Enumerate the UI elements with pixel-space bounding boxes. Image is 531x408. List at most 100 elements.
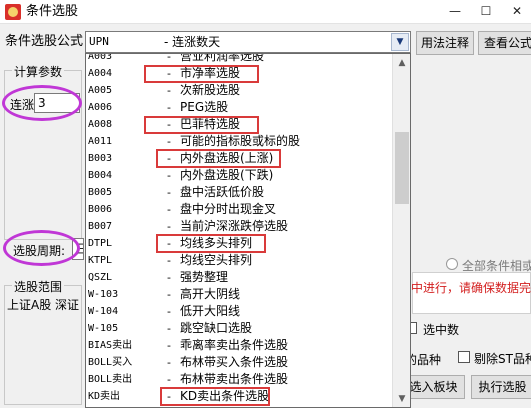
view-formula-button[interactable]: 查看公式	[478, 31, 531, 55]
item-dash: -	[167, 53, 171, 63]
item-code: W-103	[88, 289, 119, 300]
selected-count-label: 选中数	[423, 323, 460, 337]
item-code: A011	[88, 136, 113, 147]
chevron-down-icon[interactable]: ▼	[391, 33, 409, 51]
item-desc: 高开大阴线	[180, 287, 241, 301]
scope-text: 上证A股 深证	[7, 298, 80, 312]
item-desc: 均线空头排列	[180, 253, 253, 267]
item-code: A003	[88, 53, 113, 62]
title-bar: 条件选股 — ☐ ✕	[0, 0, 531, 24]
item-dash: -	[167, 101, 171, 114]
item-code: A005	[88, 85, 113, 96]
scroll-down-icon[interactable]: ▼	[393, 390, 410, 407]
list-item[interactable]: BIAS卖出 - 乖离率卖出条件选股	[86, 337, 392, 354]
item-code: B006	[88, 204, 113, 215]
list-item[interactable]: KTPL - 均线空头排列	[86, 252, 392, 269]
formula-label: 条件选股公式	[5, 34, 84, 49]
item-dash: -	[167, 271, 171, 284]
item-dash: -	[167, 203, 171, 216]
scroll-thumb[interactable]	[395, 132, 409, 204]
import-to-board-button[interactable]: 选入板块	[402, 375, 465, 399]
list-scrollbar[interactable]: ▲ ▼	[392, 54, 410, 407]
app-icon	[5, 4, 21, 20]
item-code: QSZL	[88, 272, 113, 283]
list-item[interactable]: BOLL买入 - 布林带买入条件选股	[86, 354, 392, 371]
formula-dropdown-list[interactable]: A003- 营业利润率选股 A004- 市净率选股 A005- 次新股选股 A006-…	[85, 53, 411, 408]
list-item[interactable]: A003 - 营业利润率选股	[86, 53, 392, 65]
usage-notes-button[interactable]: 用法注释	[416, 31, 474, 55]
list-item[interactable]: B007 - 当前沪深涨跌停选股	[86, 218, 392, 235]
list-item[interactable]: W-103 - 高开大阴线	[86, 286, 392, 303]
list-item[interactable]: W-104 - 低开大阳线	[86, 303, 392, 320]
item-code: A008	[88, 119, 113, 130]
item-dash: -	[167, 288, 171, 301]
scroll-up-icon[interactable]: ▲	[393, 54, 410, 72]
params-group-title: 计算参数	[12, 63, 65, 80]
highlight-box	[156, 234, 266, 253]
item-desc: 营业利润率选股	[180, 53, 265, 63]
item-code: W-104	[88, 306, 119, 317]
item-desc: 跳空缺口选股	[180, 321, 253, 335]
list-item[interactable]: B005 - 盘中活跃低价股	[86, 184, 392, 201]
highlight-box	[160, 387, 270, 406]
list-item[interactable]: W-105 - 跳空缺口选股	[86, 320, 392, 337]
window-title: 条件选股	[26, 4, 79, 19]
exclude-st-checkbox[interactable]	[458, 351, 470, 363]
item-desc: 布林带买入条件选股	[180, 355, 289, 369]
list-item[interactable]: B004 - 内外盘选股(下跌)	[86, 167, 392, 184]
item-desc: 强势整理	[180, 270, 229, 284]
item-dash: -	[167, 254, 171, 267]
item-desc: 盘中分时出现金叉	[180, 202, 277, 216]
close-button[interactable]: ✕	[502, 0, 531, 24]
item-code: BOLL卖出	[88, 374, 133, 385]
period-highlight-ellipse	[3, 230, 80, 266]
formula-selected-desc: - 连涨数天	[164, 35, 221, 49]
item-desc: 布林带卖出条件选股	[180, 372, 289, 386]
formula-selected-code: UPN	[89, 35, 109, 48]
item-dash: -	[167, 186, 171, 199]
list-item[interactable]: A006 - PEG选股	[86, 99, 392, 116]
item-desc: 乖离率卖出条件选股	[180, 338, 289, 352]
item-code: DTPL	[88, 238, 113, 249]
item-code: B004	[88, 170, 113, 181]
list-item[interactable]: A005 - 次新股选股	[86, 82, 392, 99]
item-code: B003	[88, 153, 113, 164]
item-desc: 可能的指标股或标的股	[180, 134, 301, 148]
exclude-st-label: 剔除ST品种	[474, 352, 531, 366]
consecutive-highlight-ellipse	[2, 85, 82, 121]
maximize-button[interactable]: ☐	[471, 0, 501, 24]
item-code: B007	[88, 221, 113, 232]
item-desc: 内外盘选股(下跌)	[180, 168, 274, 182]
item-code: BOLL买入	[88, 357, 133, 368]
list-item[interactable]: A011 - 可能的指标股或标的股	[86, 133, 392, 150]
minimize-button[interactable]: —	[440, 0, 470, 24]
item-code: A004	[88, 68, 113, 79]
data-warning-text: 中进行，请确保数据完整	[411, 281, 531, 295]
item-code: A006	[88, 102, 113, 113]
item-desc: 当前沪深涨跌停选股	[180, 219, 289, 233]
item-dash: -	[167, 169, 171, 182]
list-item[interactable]: B006 - 盘中分时出现金叉	[86, 201, 392, 218]
highlight-box	[144, 65, 259, 83]
item-dash: -	[167, 135, 171, 148]
highlight-box	[156, 149, 281, 168]
highlight-box	[144, 116, 259, 134]
item-dash: -	[167, 373, 171, 386]
all-conditions-or-radio[interactable]	[446, 258, 458, 270]
item-desc: 低开大阳线	[180, 304, 241, 318]
item-code: BIAS卖出	[88, 340, 133, 351]
list-item[interactable]: BOLL卖出 - 布林带卖出条件选股	[86, 371, 392, 388]
item-code: W-105	[88, 323, 119, 334]
item-desc: 次新股选股	[180, 83, 241, 97]
item-dash: -	[167, 84, 171, 97]
item-dash: -	[167, 356, 171, 369]
formula-combobox[interactable]: UPN - 连涨数天 ▼	[85, 31, 411, 53]
item-code: KTPL	[88, 255, 113, 266]
execute-selection-button[interactable]: 执行选股	[471, 375, 531, 399]
item-code: B005	[88, 187, 113, 198]
item-code: KD卖出	[88, 391, 121, 402]
item-dash: -	[167, 339, 171, 352]
item-dash: -	[167, 322, 171, 335]
list-item[interactable]: QSZL - 强势整理	[86, 269, 392, 286]
item-dash: -	[167, 305, 171, 318]
